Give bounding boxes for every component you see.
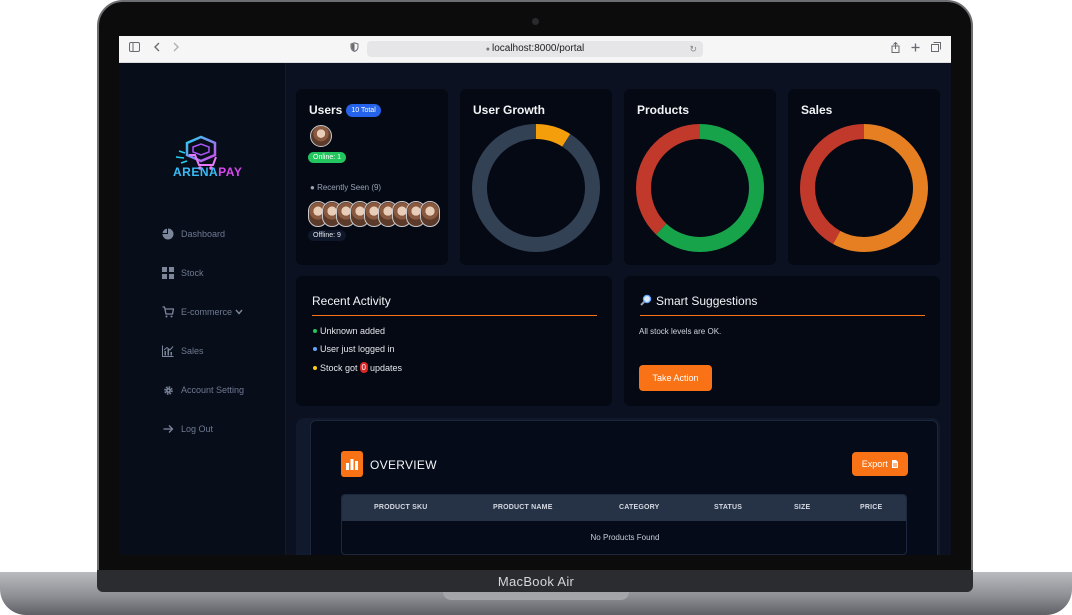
- back-icon[interactable]: [153, 42, 161, 56]
- url-text: localhost:8000/portal: [491, 43, 585, 54]
- donut-slice[interactable]: [472, 124, 600, 252]
- products-title: Products: [637, 103, 690, 117]
- address-bar[interactable]: ● localhost:8000/portal ↻: [367, 41, 703, 57]
- users-card: Users 10 Total Online: 1 ● Recently Seen …: [296, 89, 448, 265]
- activity-item: Unknown added: [313, 326, 385, 336]
- sidebar-item-ecommerce[interactable]: E-commerce: [161, 304, 243, 320]
- lock-icon: ●: [485, 46, 490, 53]
- recent-avatars: [308, 201, 440, 227]
- bar-chart-icon: [341, 451, 363, 477]
- sidebar-toggle-icon[interactable]: [129, 42, 140, 56]
- app: ARENAPAY Dashboard Stock E-commerce Sale…: [119, 63, 951, 555]
- offline-badge: Offline: 9: [308, 230, 346, 241]
- cart-icon: [161, 305, 175, 319]
- products-card: Products: [624, 89, 776, 265]
- products-donut[interactable]: [636, 124, 764, 252]
- sidebar: ARENAPAY Dashboard Stock E-commerce Sale…: [119, 63, 286, 555]
- sidebar-item-logout[interactable]: Log Out: [161, 421, 213, 437]
- users-title-text: Users: [309, 103, 343, 117]
- column-header[interactable]: PRODUCT SKU: [374, 504, 428, 511]
- grid-icon: [161, 266, 175, 280]
- device-model-label: MacBook Air: [497, 574, 575, 589]
- sales-title: Sales: [801, 103, 833, 117]
- status-dot: [313, 329, 317, 333]
- count-badge: 0: [359, 362, 368, 373]
- logout-arrow-icon: [161, 422, 175, 436]
- sidebar-item-label: Log Out: [181, 424, 214, 434]
- column-header[interactable]: CATEGORY: [619, 504, 660, 511]
- column-header[interactable]: PRODUCT NAME: [493, 504, 553, 511]
- sidebar-item-stock[interactable]: Stock: [161, 265, 204, 281]
- recent-activity-card: Recent Activity Unknown added User just …: [296, 276, 612, 406]
- total-users-badge: 10 Total: [346, 104, 381, 118]
- divider: [640, 315, 925, 316]
- sidebar-item-label: Stock: [181, 268, 204, 278]
- sales-donut[interactable]: [800, 124, 928, 252]
- divider: [312, 315, 597, 316]
- chevron-down-icon[interactable]: [235, 307, 243, 317]
- status-dot: [313, 347, 317, 351]
- avatar[interactable]: [420, 201, 440, 227]
- suggestion-message: All stock levels are OK.: [639, 327, 722, 336]
- sidebar-item-dashboard[interactable]: Dashboard: [161, 226, 225, 242]
- recently-seen-label: ● Recently Seen (9): [310, 183, 382, 192]
- tabs-overview-icon[interactable]: [931, 42, 941, 56]
- user-growth-title: User Growth: [473, 103, 546, 117]
- table-header: PRODUCT SKU PRODUCT NAME CATEGORY STATUS…: [342, 495, 906, 521]
- share-icon[interactable]: [891, 41, 900, 57]
- forward-icon[interactable]: [172, 42, 180, 56]
- user-growth-donut[interactable]: [472, 124, 600, 252]
- take-action-button[interactable]: Take Action: [639, 365, 712, 391]
- line-chart-icon: [161, 344, 175, 358]
- arenapay-logo: [175, 135, 217, 170]
- sidebar-item-label: Dashboard: [181, 229, 226, 239]
- screen: ● localhost:8000/portal ↻ ARENAPAY Dashb…: [119, 36, 951, 555]
- activity-item: Stock got 0 updates: [313, 362, 402, 373]
- laptop-notch: [443, 592, 629, 600]
- shield-icon[interactable]: [350, 42, 359, 56]
- sidebar-item-account-setting[interactable]: Account Setting: [161, 382, 244, 398]
- empty-table-message: No Products Found: [590, 533, 660, 542]
- gear-icon: [161, 383, 175, 397]
- status-dot: [313, 365, 317, 370]
- file-icon: [892, 453, 899, 477]
- user-growth-card: User Growth: [460, 89, 612, 265]
- sidebar-item-sales[interactable]: Sales: [161, 343, 204, 359]
- new-tab-icon[interactable]: [911, 42, 920, 56]
- export-button[interactable]: Export: [852, 452, 908, 476]
- pie-chart-icon: [161, 227, 175, 241]
- online-badge: Online: 1: [308, 152, 347, 163]
- column-header[interactable]: STATUS: [714, 504, 742, 511]
- magnifier-icon: [640, 294, 652, 309]
- activity-item: User just logged in: [313, 344, 395, 354]
- logo-text: ARENAPAY: [173, 165, 243, 179]
- smart-suggestions-card: Smart Suggestions All stock levels are O…: [624, 276, 940, 406]
- avatar[interactable]: [310, 125, 332, 147]
- overview-title: OVERVIEW: [370, 458, 437, 472]
- recent-activity-title: Recent Activity: [312, 294, 391, 308]
- column-header[interactable]: PRICE: [860, 504, 882, 511]
- sales-card: Sales: [788, 89, 940, 265]
- sidebar-item-label: Sales: [181, 346, 204, 356]
- sidebar-item-label: E-commerce: [181, 307, 233, 317]
- sidebar-item-label: Account Setting: [181, 385, 245, 395]
- smart-suggestions-title: Smart Suggestions: [640, 294, 757, 309]
- products-table: PRODUCT SKU PRODUCT NAME CATEGORY STATUS…: [341, 494, 907, 555]
- browser-toolbar: ● localhost:8000/portal ↻: [119, 36, 951, 63]
- users-card-title: Users 10 Total: [309, 103, 381, 118]
- camera: [532, 18, 539, 25]
- column-header[interactable]: SIZE: [794, 504, 810, 511]
- reload-icon[interactable]: ↻: [689, 41, 697, 57]
